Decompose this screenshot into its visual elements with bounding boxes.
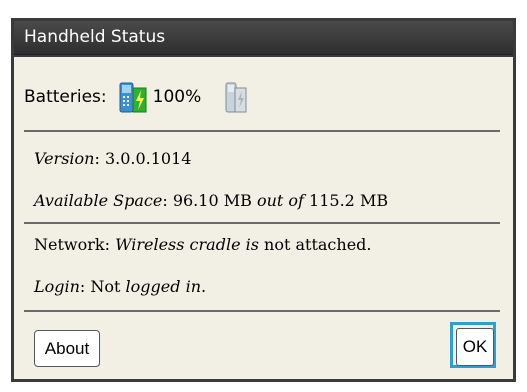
- divider: [24, 310, 500, 312]
- divider: [24, 222, 500, 224]
- network-label: Network: [34, 235, 105, 254]
- available-space-label: Available Space: [34, 191, 163, 210]
- login-value: : Not: [79, 277, 126, 296]
- batteries-label: Batteries:: [24, 87, 107, 107]
- login-label: Login: [34, 277, 80, 296]
- battery-full-charging-icon: [119, 82, 147, 113]
- ok-button[interactable]: OK: [456, 328, 494, 366]
- divider: [24, 130, 500, 132]
- version-label: Version: [34, 149, 95, 168]
- login-line: Login: Not logged in.: [34, 277, 206, 296]
- network-value-italic: Wireless cradle is: [115, 235, 259, 254]
- battery-empty-icon: [225, 82, 247, 113]
- available-space-value: : 96.10 MB: [162, 191, 252, 210]
- dialog-title-bar: Handheld Status: [14, 21, 513, 55]
- network-line: Network: Wireless cradle is not attached…: [34, 235, 372, 254]
- network-sep: :: [104, 235, 116, 254]
- about-button[interactable]: About: [34, 330, 100, 367]
- available-space-total: 115.2 MB: [309, 191, 389, 210]
- network-end: .: [366, 235, 372, 254]
- login-value-italic: logged in: [125, 277, 201, 296]
- network-value: not attached: [258, 235, 367, 254]
- batteries-row: Batteries: 100%: [24, 79, 247, 115]
- version-line: Version: 3.0.0.1014: [34, 149, 191, 168]
- available-space-mid: out of: [251, 191, 310, 210]
- version-value: : 3.0.0.1014: [94, 149, 192, 168]
- login-end: .: [201, 277, 207, 296]
- battery-percent: 100%: [152, 87, 202, 107]
- available-space-line: Available Space: 96.10 MB out of 115.2 M…: [34, 191, 388, 210]
- dialog-title: Handheld Status: [24, 27, 166, 47]
